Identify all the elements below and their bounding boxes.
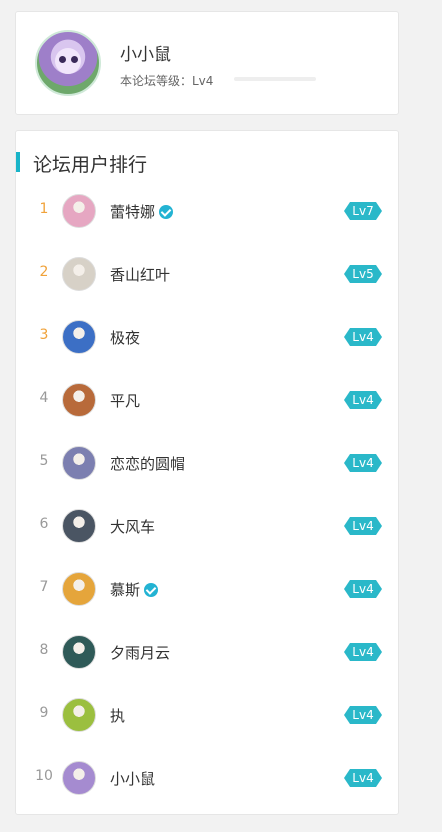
level-badge: Lv5	[344, 265, 382, 283]
user-avatar[interactable]	[62, 383, 96, 417]
level-badge: Lv4	[344, 706, 382, 724]
level-badge: Lv4	[344, 769, 382, 787]
ranking-row[interactable]: 2 香山红叶 Lv5	[16, 252, 400, 296]
user-avatar[interactable]	[62, 572, 96, 606]
user-avatar[interactable]	[62, 698, 96, 732]
profile-username[interactable]: 小小鼠	[120, 40, 171, 65]
username-text[interactable]: 慕斯	[110, 581, 140, 599]
rank-number: 3	[39, 327, 49, 343]
user-avatar[interactable]	[62, 761, 96, 795]
level-badge: Lv4	[344, 517, 382, 535]
avatar-eye	[59, 56, 66, 63]
level-badge: Lv4	[344, 454, 382, 472]
ranking-row[interactable]: 8 夕雨月云 Lv4	[16, 630, 400, 674]
username-text[interactable]: 蕾特娜	[110, 203, 155, 221]
username[interactable]: 执	[110, 705, 125, 726]
ranking-row[interactable]: 10 小小鼠 Lv4	[16, 756, 400, 800]
user-avatar[interactable]	[62, 509, 96, 543]
username[interactable]: 香山红叶	[110, 264, 170, 285]
user-avatar[interactable]	[62, 635, 96, 669]
username-text[interactable]: 夕雨月云	[110, 644, 170, 662]
username[interactable]: 恋恋的圆帽	[110, 453, 185, 474]
username-text[interactable]: 香山红叶	[110, 266, 170, 284]
username-text[interactable]: 大风车	[110, 518, 155, 536]
user-avatar[interactable]	[62, 194, 96, 228]
avatar-eye	[71, 56, 78, 63]
level-badge: Lv4	[344, 643, 382, 661]
rank-number: 4	[39, 390, 49, 406]
rank-number: 7	[39, 579, 49, 595]
verified-icon	[144, 583, 159, 597]
verified-icon	[159, 205, 174, 219]
username-text[interactable]: 小小鼠	[110, 770, 155, 788]
rank-number: 2	[39, 264, 49, 280]
level-badge: Lv4	[344, 391, 382, 409]
ranking-row[interactable]: 3 极夜 Lv4	[16, 315, 400, 359]
ranking-row[interactable]: 7 慕斯 Lv4	[16, 567, 400, 611]
level-badge: Lv4	[344, 580, 382, 598]
username[interactable]: 蕾特娜	[110, 201, 174, 222]
rank-number: 5	[39, 453, 49, 469]
rank-number: 8	[39, 642, 49, 658]
profile-avatar[interactable]	[35, 30, 101, 96]
ranking-title: 论坛用户排行	[33, 154, 148, 176]
username-text[interactable]: 极夜	[110, 329, 140, 347]
username-text[interactable]: 恋恋的圆帽	[110, 455, 185, 473]
username[interactable]: 极夜	[110, 327, 140, 348]
level-progress-bar	[234, 77, 316, 81]
rank-number: 6	[39, 516, 49, 532]
username[interactable]: 慕斯	[110, 579, 159, 600]
rank-number: 10	[35, 768, 53, 784]
rank-number: 9	[39, 705, 49, 721]
username[interactable]: 小小鼠	[110, 768, 155, 789]
username[interactable]: 大风车	[110, 516, 155, 537]
user-ranking-card: 论坛用户排行 1 蕾特娜 Lv7 2 香山红叶 Lv5 3 极夜 Lv4 4 平凡 Lv4 5 恋恋的圆帽…	[15, 130, 399, 815]
level-badge: Lv4	[344, 328, 382, 346]
username-text[interactable]: 平凡	[110, 392, 140, 410]
ranking-row[interactable]: 1 蕾特娜 Lv7	[16, 189, 400, 233]
level-badge: Lv7	[344, 202, 382, 220]
ranking-row[interactable]: 5 恋恋的圆帽 Lv4	[16, 441, 400, 485]
username[interactable]: 夕雨月云	[110, 642, 170, 663]
user-avatar[interactable]	[62, 446, 96, 480]
title-accent-bar	[16, 152, 20, 172]
username-text[interactable]: 执	[110, 707, 125, 725]
profile-card: 小小鼠 本论坛等级：Lv4	[15, 11, 399, 115]
username[interactable]: 平凡	[110, 390, 140, 411]
ranking-row[interactable]: 9 执 Lv4	[16, 693, 400, 737]
profile-level-label: 本论坛等级：Lv4	[120, 74, 214, 88]
ranking-row[interactable]: 4 平凡 Lv4	[16, 378, 400, 422]
ranking-row[interactable]: 6 大风车 Lv4	[16, 504, 400, 548]
rank-number: 1	[39, 201, 49, 217]
user-avatar[interactable]	[62, 257, 96, 291]
user-avatar[interactable]	[62, 320, 96, 354]
